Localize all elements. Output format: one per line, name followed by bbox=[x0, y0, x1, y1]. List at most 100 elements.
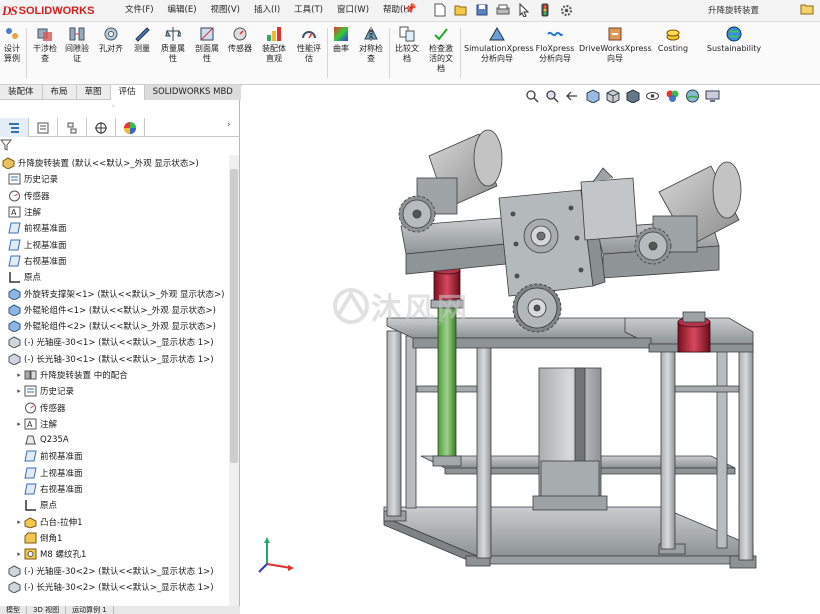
tree-node[interactable]: 前视基准面 bbox=[0, 220, 228, 236]
open-icon[interactable] bbox=[453, 2, 469, 18]
driveworksxpress-button[interactable]: DriveWorksXpress 向导 bbox=[578, 26, 652, 64]
part-icon bbox=[8, 353, 21, 366]
section-properties-label: 剖面属性 bbox=[195, 44, 219, 63]
measure-button[interactable]: 测量 bbox=[130, 26, 154, 54]
check-active-icon bbox=[434, 28, 448, 41]
sustainability-button[interactable]: Sustainability bbox=[704, 26, 764, 54]
section-properties-icon bbox=[200, 27, 214, 41]
tree-node[interactable]: 原点 bbox=[0, 269, 228, 285]
panel-grip-icon[interactable]: ◦ bbox=[111, 102, 116, 111]
tree-node[interactable]: (-) 长光轴-30<2> (默认<<默认>_显示状态 1>) bbox=[0, 579, 228, 595]
graphics-area[interactable]: 沐风网 www.mfcad.com bbox=[241, 86, 820, 614]
tree-node[interactable]: 右视基准面 bbox=[0, 481, 228, 497]
dimxpert-icon[interactable] bbox=[87, 118, 116, 137]
curvature-button[interactable]: 曲率 bbox=[330, 26, 352, 54]
symmetry-check-button[interactable]: 对称检查 bbox=[355, 26, 387, 64]
tree-node[interactable]: 倒角1 bbox=[0, 530, 228, 546]
clearance-button[interactable]: 间隙验证 bbox=[62, 26, 92, 64]
tree-scrollbar[interactable] bbox=[229, 155, 239, 611]
configuration-manager-icon[interactable] bbox=[58, 118, 87, 137]
tree-node[interactable]: 历史记录 bbox=[0, 171, 228, 187]
tab-model[interactable]: 模型 bbox=[0, 606, 27, 614]
tab-layout[interactable]: 布局 bbox=[43, 85, 77, 100]
tree-node[interactable]: 上视基准面 bbox=[0, 236, 228, 252]
expand-arrow-icon[interactable]: ▸ bbox=[14, 371, 24, 379]
menu-tools[interactable]: 工具(T) bbox=[287, 4, 330, 17]
expand-arrow-icon[interactable]: ▸ bbox=[14, 550, 24, 558]
folder-icon[interactable] bbox=[800, 3, 814, 15]
tab-3d-views[interactable]: 3D 视图 bbox=[27, 606, 67, 614]
tree-node[interactable]: ▸ 升降旋转装置 中的配合 bbox=[0, 367, 228, 383]
performance-button[interactable]: 性能评估 bbox=[293, 26, 325, 64]
compare-documents-button[interactable]: 比较文档 bbox=[392, 26, 422, 64]
mass-properties-icon bbox=[165, 27, 181, 41]
tree-node[interactable]: 外旋转支撑架<1> (默认<<默认>_外观 显示状态>) bbox=[0, 285, 228, 301]
assembly-3d-model[interactable] bbox=[241, 86, 820, 614]
tree-node[interactable]: 右视基准面 bbox=[0, 253, 228, 269]
tree-node[interactable]: 外辊轮组件<2> (默认<<默认>_外观 显示状态>) bbox=[0, 318, 228, 334]
scrollbar-thumb[interactable] bbox=[230, 169, 238, 463]
tab-mbd[interactable]: SOLIDWORKS MBD bbox=[144, 85, 242, 100]
menu-window[interactable]: 窗口(W) bbox=[330, 4, 376, 17]
tree-node[interactable]: 前视基准面 bbox=[0, 448, 228, 464]
assembly-visualization-button[interactable]: 装配体直观 bbox=[258, 26, 290, 64]
display-manager-icon[interactable] bbox=[116, 118, 145, 137]
panel-expand-icon[interactable]: › bbox=[227, 120, 231, 130]
tab-evaluate[interactable]: 评估 bbox=[110, 85, 145, 100]
section-properties-button[interactable]: 剖面属性 bbox=[191, 26, 223, 64]
solidworks-logo[interactable]: DS SOLIDWORKS bbox=[2, 3, 94, 19]
tree-node[interactable]: ▸ M8 螺纹孔1 bbox=[0, 546, 228, 562]
menu-file[interactable]: 文件(F) bbox=[118, 4, 161, 17]
pin-menu-icon[interactable]: 📌 bbox=[404, 4, 416, 15]
expand-arrow-icon[interactable]: ▸ bbox=[14, 420, 24, 428]
tree-node-label: 原点 bbox=[24, 273, 42, 284]
svg-text:A: A bbox=[11, 208, 17, 217]
select-icon[interactable] bbox=[516, 2, 532, 18]
print-icon[interactable] bbox=[495, 2, 511, 18]
hole-align-button[interactable]: 孔对齐 bbox=[94, 26, 128, 54]
sensor-button[interactable]: 传感器 bbox=[225, 26, 255, 54]
tree-node[interactable]: A 注解 bbox=[0, 204, 228, 220]
new-icon[interactable] bbox=[432, 2, 448, 18]
interference-button[interactable]: 干涉检查 bbox=[30, 26, 60, 64]
simulationxpress-button[interactable]: SimulationXpress 分析向导 bbox=[462, 26, 534, 64]
expand-arrow-icon[interactable]: ▸ bbox=[14, 387, 24, 395]
separator bbox=[26, 28, 27, 78]
tree-node[interactable]: 传感器 bbox=[0, 399, 228, 415]
design-study-button[interactable]: 设计算例 bbox=[0, 26, 24, 64]
tree-node[interactable]: Q235A bbox=[0, 432, 228, 448]
reference-triad[interactable] bbox=[257, 534, 297, 574]
tree-node[interactable]: 上视基准面 bbox=[0, 465, 228, 481]
floxpress-button[interactable]: FloXpress 分析向导 bbox=[534, 26, 576, 64]
motor-left bbox=[398, 129, 503, 233]
traffic-light-icon[interactable] bbox=[537, 2, 553, 18]
tree-node[interactable]: ▸ A 注解 bbox=[0, 416, 228, 432]
tree-node[interactable]: 升降旋转装置 (默认<<默认>_外观 显示状态>) bbox=[0, 155, 228, 171]
tree-node[interactable]: (-) 光轴座-30<2> (默认<<默认>_显示状态 1>) bbox=[0, 562, 228, 578]
expand-arrow-icon[interactable]: ▸ bbox=[14, 518, 24, 526]
costing-button[interactable]: Costing bbox=[655, 26, 691, 54]
sensor-icon bbox=[24, 402, 37, 414]
tab-motion-study[interactable]: 运动算例 1 bbox=[66, 606, 114, 614]
tree-node[interactable]: ▸ 凸台-拉伸1 bbox=[0, 514, 228, 530]
menu-view[interactable]: 视图(V) bbox=[204, 4, 247, 17]
tree-node[interactable]: (-) 长光轴-30<1> (默认<<默认>_显示状态 1>) bbox=[0, 351, 228, 367]
options-icon[interactable] bbox=[558, 2, 574, 18]
tree-node[interactable]: 外辊轮组件<1> (默认<<默认>_外观 显示状态>) bbox=[0, 302, 228, 318]
property-manager-icon[interactable] bbox=[29, 118, 58, 137]
tab-assembly[interactable]: 装配体 bbox=[0, 85, 43, 100]
tree-node[interactable]: 原点 bbox=[0, 497, 228, 513]
tree-node[interactable]: ▸ 历史记录 bbox=[0, 383, 228, 399]
menu-insert[interactable]: 插入(I) bbox=[247, 4, 287, 17]
tab-sketch[interactable]: 草图 bbox=[77, 85, 111, 100]
tree-node[interactable]: (-) 光轴座-30<1> (默认<<默认>_显示状态 1>) bbox=[0, 334, 228, 350]
feature-manager-icon[interactable] bbox=[0, 118, 29, 137]
svg-text:A: A bbox=[27, 420, 33, 429]
title-bar: DS SOLIDWORKS 文件(F) 编辑(E) 视图(V) 插入(I) 工具… bbox=[0, 0, 820, 22]
save-icon[interactable] bbox=[474, 2, 490, 18]
check-active-document-button[interactable]: 检查激活的文档 bbox=[424, 26, 458, 74]
filter-icon[interactable] bbox=[0, 139, 14, 151]
tree-node[interactable]: 传感器 bbox=[0, 188, 228, 204]
mass-properties-button[interactable]: 质量属性 bbox=[157, 26, 189, 64]
menu-edit[interactable]: 编辑(E) bbox=[161, 4, 204, 17]
